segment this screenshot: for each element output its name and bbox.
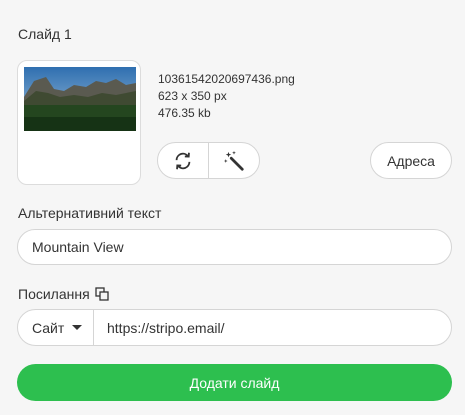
link-url-input[interactable] xyxy=(94,310,451,345)
image-thumbnail-card[interactable] xyxy=(17,60,141,185)
image-preview xyxy=(24,67,136,131)
refresh-icon xyxy=(175,152,191,169)
file-name: 10361542020697436.png xyxy=(158,72,295,86)
link-type-select[interactable]: Сайт xyxy=(18,310,94,345)
alt-text-input[interactable] xyxy=(17,229,452,265)
slide-title: Слайд 1 xyxy=(18,26,72,42)
edit-image-button[interactable] xyxy=(208,143,259,178)
chevron-down-icon xyxy=(72,325,83,330)
link-type-value: Сайт xyxy=(32,319,65,336)
address-button[interactable]: Адреса xyxy=(370,142,452,179)
file-size: 476.35 kb xyxy=(158,106,211,120)
image-actions-group xyxy=(157,142,260,179)
add-slide-button[interactable]: Додати слайд xyxy=(17,364,452,401)
file-dimensions: 623 x 350 px xyxy=(158,89,227,103)
link-label-row: Посилання xyxy=(18,286,109,302)
replace-image-button[interactable] xyxy=(158,143,208,178)
link-label: Посилання xyxy=(18,286,90,302)
magic-wand-icon xyxy=(223,150,244,171)
link-field: Сайт xyxy=(17,309,452,346)
alt-text-label: Альтернативний текст xyxy=(18,205,162,221)
link-options-icon[interactable] xyxy=(95,287,109,301)
